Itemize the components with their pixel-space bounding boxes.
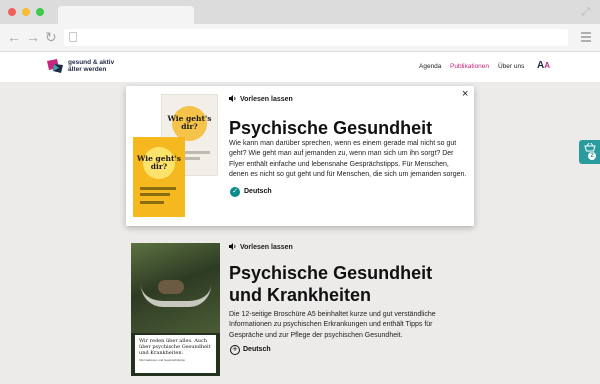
browser-tab[interactable] <box>58 6 194 24</box>
publication-title: Psychische Gesundheit und Krankheiten <box>229 262 432 306</box>
reload-icon[interactable]: ↻ <box>45 29 57 45</box>
flyer-front-line <box>140 193 170 196</box>
nav-publikationen[interactable]: Publikationen <box>450 63 489 70</box>
minimize-window-button[interactable] <box>22 8 30 16</box>
brochure-caption: Wir reden über alles. Auch über psychisc… <box>139 338 211 356</box>
title-bar: ⤢ <box>0 0 600 24</box>
audio-button[interactable]: Vorlesen lassen <box>229 243 293 251</box>
maximize-window-button[interactable] <box>36 8 44 16</box>
fullscreen-icon[interactable]: ⤢ <box>581 6 590 19</box>
check-icon[interactable]: ✓ <box>230 187 240 197</box>
nav-ueber-uns[interactable]: Über uns <box>498 63 524 70</box>
address-bar[interactable] <box>64 29 568 46</box>
publication-card: Wir reden über alles. Auch über psychisc… <box>126 238 474 384</box>
logo-line-2: älter werden <box>68 66 107 73</box>
cover-photo-people <box>158 280 184 294</box>
cart-button[interactable]: 2 <box>579 140 600 164</box>
basket-icon <box>584 143 596 152</box>
cart-count-badge: 2 <box>588 152 596 160</box>
add-language-icon[interactable]: + <box>230 345 240 355</box>
page-icon <box>69 32 77 42</box>
audio-button[interactable]: Vorlesen lassen <box>229 95 293 103</box>
language-label[interactable]: Deutsch <box>243 346 271 353</box>
language-label[interactable]: Deutsch <box>244 188 272 195</box>
publication-card-expanded: Wie geht's dir? Wie geht's dir? Vorlesen… <box>126 86 474 226</box>
nav-agenda[interactable]: Agenda <box>419 63 441 70</box>
publication-title: Psychische Gesundheit <box>229 118 433 138</box>
close-icon[interactable]: × <box>462 88 468 100</box>
flyer-front-title: Wie geht's dir? <box>137 154 181 171</box>
site-header: gesund & aktiv älter werden Agenda Publi… <box>0 52 600 82</box>
speaker-icon <box>229 95 236 102</box>
browser-window: ⤢ ← → ↻ gesund & aktiv älter werden Agen… <box>0 0 600 384</box>
font-size-small: A <box>544 61 551 70</box>
close-window-button[interactable] <box>8 8 16 16</box>
publication-title-line-1: Psychische Gesundheit <box>229 263 433 283</box>
logo-line-1: gesund & aktiv <box>68 59 115 66</box>
font-size-toggle[interactable]: AA <box>537 60 550 71</box>
brochure-caption-box: Wir reden über alles. Auch über psychisc… <box>135 335 216 373</box>
brochure-cover-image: Wir reden über alles. Auch über psychisc… <box>131 243 220 376</box>
publication-description: Wie kann man darüber sprechen, wenn es e… <box>229 140 467 179</box>
flyer-front-line <box>140 187 176 190</box>
logo-text[interactable]: gesund & aktiv älter werden <box>68 59 114 73</box>
flyer-front-image: Wie geht's dir? <box>133 137 185 217</box>
flyer-front-line <box>140 201 164 204</box>
browser-toolbar: ← → ↻ <box>0 24 600 52</box>
menu-icon[interactable] <box>581 32 591 44</box>
audio-label: Vorlesen lassen <box>240 96 293 103</box>
audio-label: Vorlesen lassen <box>240 244 293 251</box>
webpage: gesund & aktiv älter werden Agenda Publi… <box>0 52 600 384</box>
forward-icon[interactable]: → <box>26 29 40 45</box>
speaker-icon <box>229 243 236 250</box>
publication-title-line-2: und Krankheiten <box>229 285 372 305</box>
flyer-back-title: Wie geht's dir? <box>167 114 212 131</box>
logo-icon[interactable] <box>45 58 65 74</box>
brochure-subtitle: Informationen und Gesprächstipps <box>139 358 185 362</box>
back-icon[interactable]: ← <box>7 29 21 45</box>
publication-description: Die 12-seitige Broschüre A5 beinhaltet k… <box>229 311 436 339</box>
